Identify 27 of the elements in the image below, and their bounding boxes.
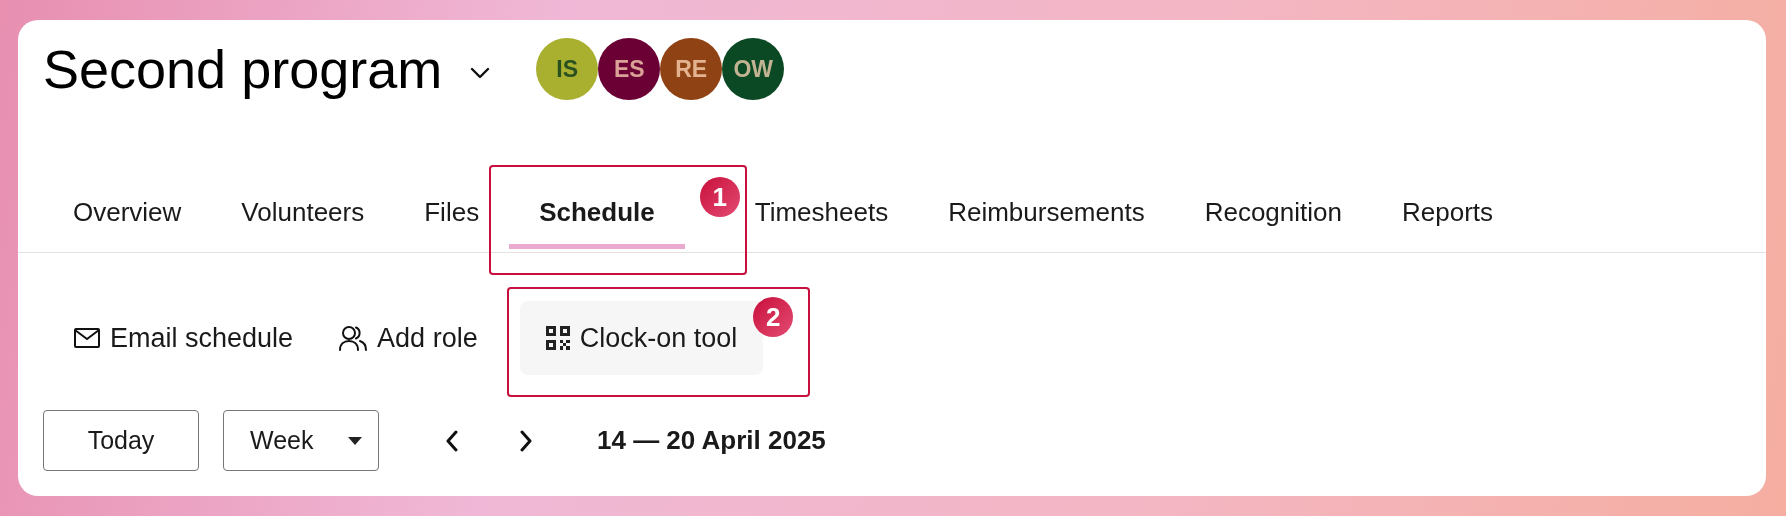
- tab[interactable]: Overview: [43, 189, 212, 249]
- chevron-left-icon[interactable]: [445, 429, 459, 452]
- toolbar-button[interactable]: Clock-on tool: [519, 301, 764, 375]
- member-avatar[interactable]: IS: [536, 38, 599, 100]
- tab[interactable]: Recognition: [1174, 189, 1372, 249]
- member-avatar[interactable]: OW: [722, 38, 785, 100]
- tab[interactable]: Reports: [1372, 189, 1524, 249]
- today-button[interactable]: Today: [43, 410, 199, 471]
- toolbar-button[interactable]: Email schedule: [56, 301, 312, 375]
- people-icon: [339, 325, 368, 351]
- step-badge: 2: [753, 297, 794, 337]
- tab[interactable]: Schedule: [509, 189, 685, 249]
- tab[interactable]: Files: [394, 189, 510, 249]
- member-avatar[interactable]: ES: [598, 38, 661, 100]
- step-badge: 1: [699, 177, 740, 217]
- envelope-icon: [74, 328, 100, 348]
- program-title: Second program: [43, 38, 443, 101]
- view-select[interactable]: Week: [223, 410, 379, 471]
- chevron-down-icon[interactable]: [470, 67, 491, 79]
- tab[interactable]: Volunteers: [211, 189, 395, 249]
- caret-icon: [348, 436, 362, 445]
- toolbar-button[interactable]: Add role: [321, 301, 496, 375]
- date-range: 14 — 20 April 2025: [597, 425, 826, 456]
- member-avatar[interactable]: RE: [660, 38, 723, 100]
- tab[interactable]: Reimbursements: [918, 189, 1175, 249]
- chevron-right-icon[interactable]: [519, 429, 533, 452]
- qr-code-icon: [545, 326, 570, 350]
